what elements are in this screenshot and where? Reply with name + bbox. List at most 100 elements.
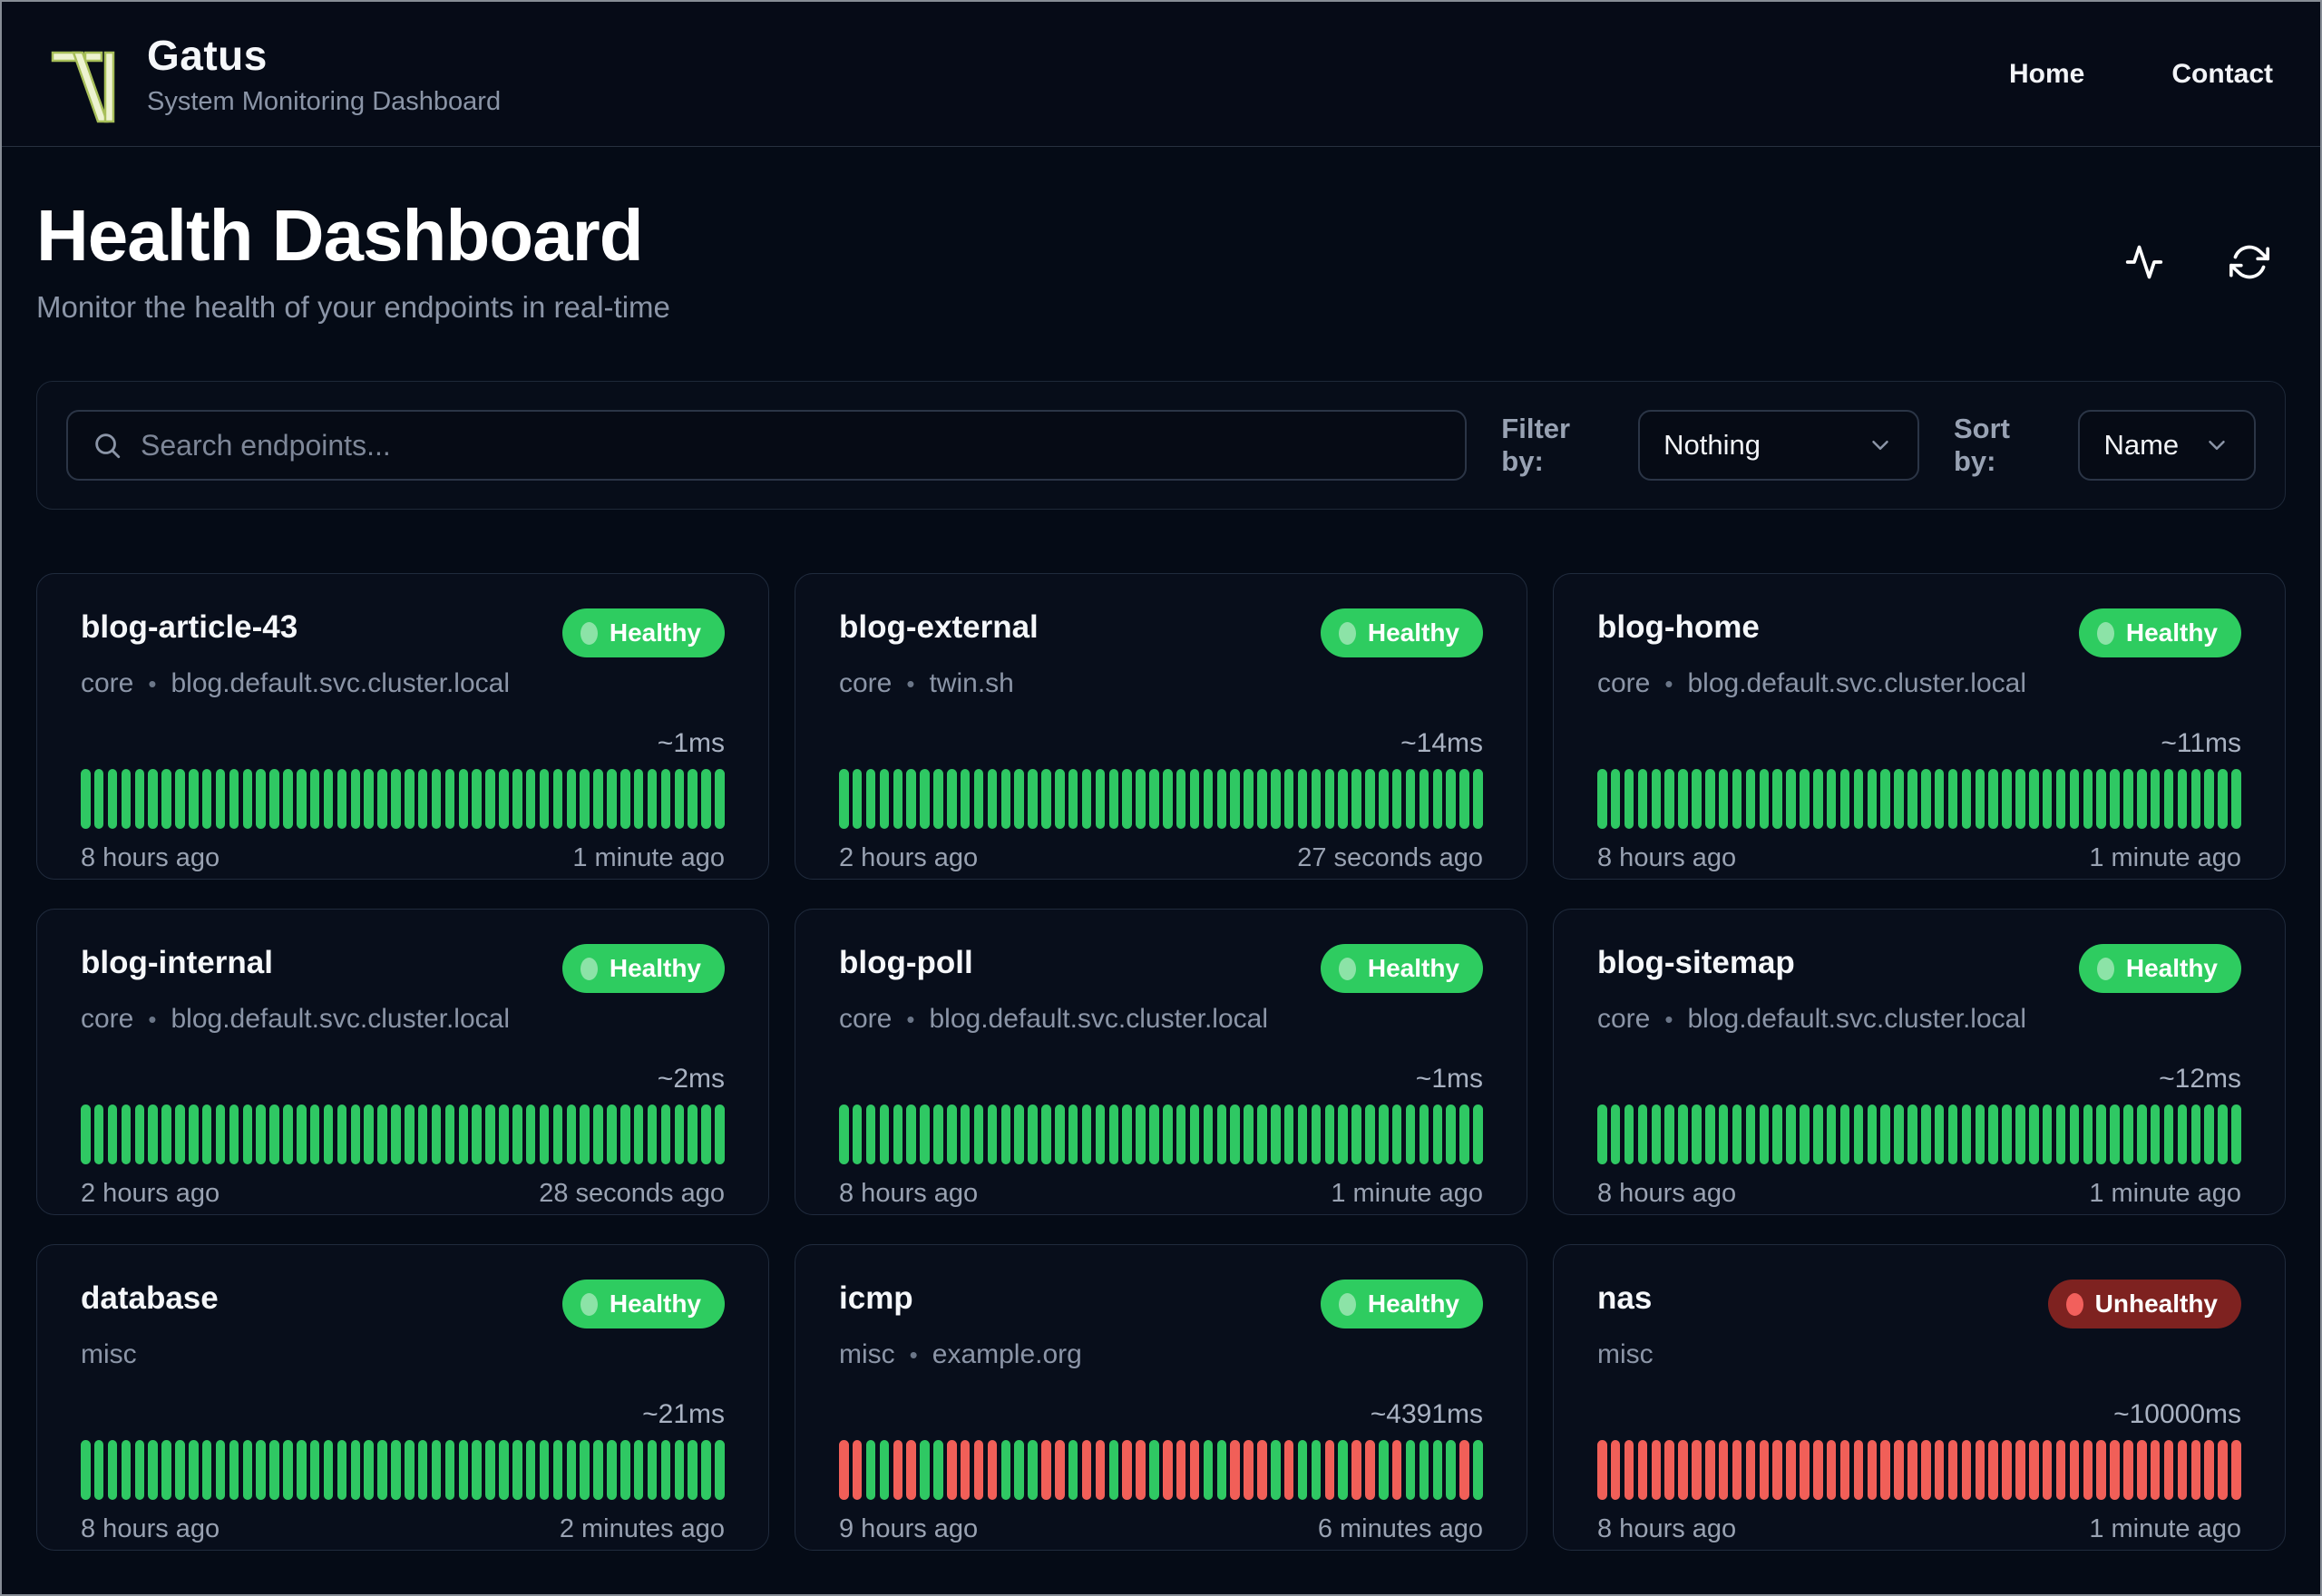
uptime-bar	[2190, 1440, 2200, 1500]
uptime-bar	[1772, 769, 1782, 829]
uptime-bar	[1651, 769, 1661, 829]
uptime-bar	[2190, 769, 2200, 829]
uptime-bar	[960, 1105, 971, 1164]
uptime-bar	[1163, 769, 1173, 829]
uptime-bar	[933, 1440, 943, 1500]
uptime-bar	[865, 769, 876, 829]
endpoint-card[interactable]: nas Unhealthy misc ~10000ms 8 hours ago …	[1553, 1244, 2286, 1551]
refresh-icon[interactable]	[2229, 242, 2269, 282]
uptime-bar	[1732, 1105, 1742, 1164]
uptime-bar	[512, 769, 522, 829]
uptime-bar	[1297, 769, 1308, 829]
endpoint-card[interactable]: blog-internal Healthy core • blog.defaul…	[36, 909, 769, 1215]
nav-link-contact[interactable]: Contact	[2171, 59, 2273, 90]
filter-select[interactable]: Nothing	[1638, 410, 1919, 481]
search-input[interactable]	[141, 428, 1442, 462]
uptime-bar	[947, 769, 957, 829]
uptime-bar	[1405, 1105, 1416, 1164]
endpoint-card[interactable]: icmp Healthy misc • example.org ~4391ms …	[795, 1244, 1527, 1551]
uptime-bar	[1975, 1105, 1985, 1164]
uptime-bar	[2055, 1105, 2066, 1164]
uptime-bar	[1975, 769, 1985, 829]
endpoint-card[interactable]: blog-sitemap Healthy core • blog.default…	[1553, 909, 2286, 1215]
time-newest: 1 minute ago	[2089, 1514, 2241, 1543]
endpoint-card[interactable]: blog-home Healthy core • blog.default.sv…	[1553, 573, 2286, 880]
uptime-bar	[134, 769, 144, 829]
endpoint-group: misc	[81, 1339, 137, 1369]
page-subtitle: Monitor the health of your endpoints in …	[36, 290, 670, 324]
uptime-bar	[1324, 769, 1334, 829]
uptime-bar	[2204, 1105, 2214, 1164]
time-oldest: 8 hours ago	[1597, 1514, 1737, 1543]
uptime-bar	[297, 1105, 307, 1164]
status-dot-icon	[1338, 1292, 1356, 1316]
uptime-bar	[1432, 769, 1442, 829]
uptime-bar	[1800, 769, 1810, 829]
endpoint-card[interactable]: database Healthy misc ~21ms 8 hours ago …	[36, 1244, 769, 1551]
uptime-bar	[1745, 1440, 1756, 1500]
endpoint-card[interactable]: blog-poll Healthy core • blog.default.sv…	[795, 909, 1527, 1215]
nav-link-home[interactable]: Home	[2009, 59, 2084, 90]
uptime-bar	[2218, 1440, 2228, 1500]
uptime-bar	[1921, 1105, 1931, 1164]
status-dot-icon	[580, 957, 598, 980]
time-range: 8 hours ago 1 minute ago	[1597, 843, 2241, 873]
time-oldest: 8 hours ago	[1597, 1179, 1737, 1208]
uptime-bar	[688, 1105, 698, 1164]
uptime-bar	[1014, 1440, 1024, 1500]
status-label: Healthy	[2125, 618, 2218, 647]
sort-select[interactable]: Name	[2078, 410, 2256, 481]
status-badge: Healthy	[561, 608, 725, 657]
uptime-bar	[485, 769, 495, 829]
status-badge: Healthy	[1320, 944, 1483, 993]
uptime-bar	[1379, 1105, 1389, 1164]
endpoint-host: twin.sh	[929, 668, 1014, 698]
status-badge: Healthy	[1320, 1280, 1483, 1328]
uptime-bar	[1365, 1105, 1375, 1164]
uptime-bar	[81, 1105, 91, 1164]
uptime-bar	[499, 1440, 509, 1500]
status-label: Healthy	[2125, 954, 2218, 982]
uptime-bar	[1324, 1440, 1334, 1500]
uptime-bar	[1651, 1105, 1661, 1164]
activity-icon[interactable]	[2124, 242, 2164, 282]
uptime-bar	[1230, 1105, 1240, 1164]
uptime-bar	[175, 1105, 185, 1164]
uptime-bar	[485, 1105, 495, 1164]
uptime-bar	[1786, 1440, 1796, 1500]
uptime-bar	[458, 1440, 468, 1500]
brand-block: Gatus System Monitoring Dashboard	[147, 31, 501, 117]
uptime-bar	[350, 1105, 360, 1164]
latency-label: ~12ms	[2159, 1064, 2241, 1094]
endpoint-card[interactable]: blog-external Healthy core • twin.sh ~14…	[795, 573, 1527, 880]
uptime-bar	[1853, 1440, 1864, 1500]
endpoint-card[interactable]: blog-article-43 Healthy core • blog.defa…	[36, 573, 769, 880]
uptime-bar	[1203, 1105, 1214, 1164]
uptime-bar	[973, 769, 984, 829]
time-range: 8 hours ago 2 minutes ago	[81, 1514, 725, 1544]
uptime-bar	[1189, 769, 1200, 829]
endpoint-name: blog-internal	[81, 945, 273, 980]
uptime-bar	[201, 1440, 212, 1500]
uptime-bar	[1459, 1440, 1469, 1500]
uptime-bar	[1839, 1105, 1850, 1164]
uptime-bar	[256, 1440, 266, 1500]
uptime-bar	[431, 769, 442, 829]
uptime-bar	[1324, 1105, 1334, 1164]
uptime-bar	[701, 769, 711, 829]
uptime-bar	[1108, 1105, 1118, 1164]
uptime-bar	[2015, 769, 2025, 829]
uptime-bar	[242, 1440, 252, 1500]
uptime-bar	[107, 1105, 118, 1164]
uptime-bar	[1405, 769, 1416, 829]
uptime-bar	[431, 1105, 442, 1164]
uptime-bar	[107, 1440, 118, 1500]
uptime-bar	[1297, 1440, 1308, 1500]
uptime-bar	[2096, 769, 2106, 829]
uptime-bar	[865, 1440, 876, 1500]
time-range: 9 hours ago 6 minutes ago	[839, 1514, 1483, 1544]
uptime-bar	[701, 1105, 711, 1164]
status-dot-icon	[2096, 957, 2114, 980]
uptime-bar	[1988, 1440, 1998, 1500]
uptime-bars	[839, 769, 1483, 829]
